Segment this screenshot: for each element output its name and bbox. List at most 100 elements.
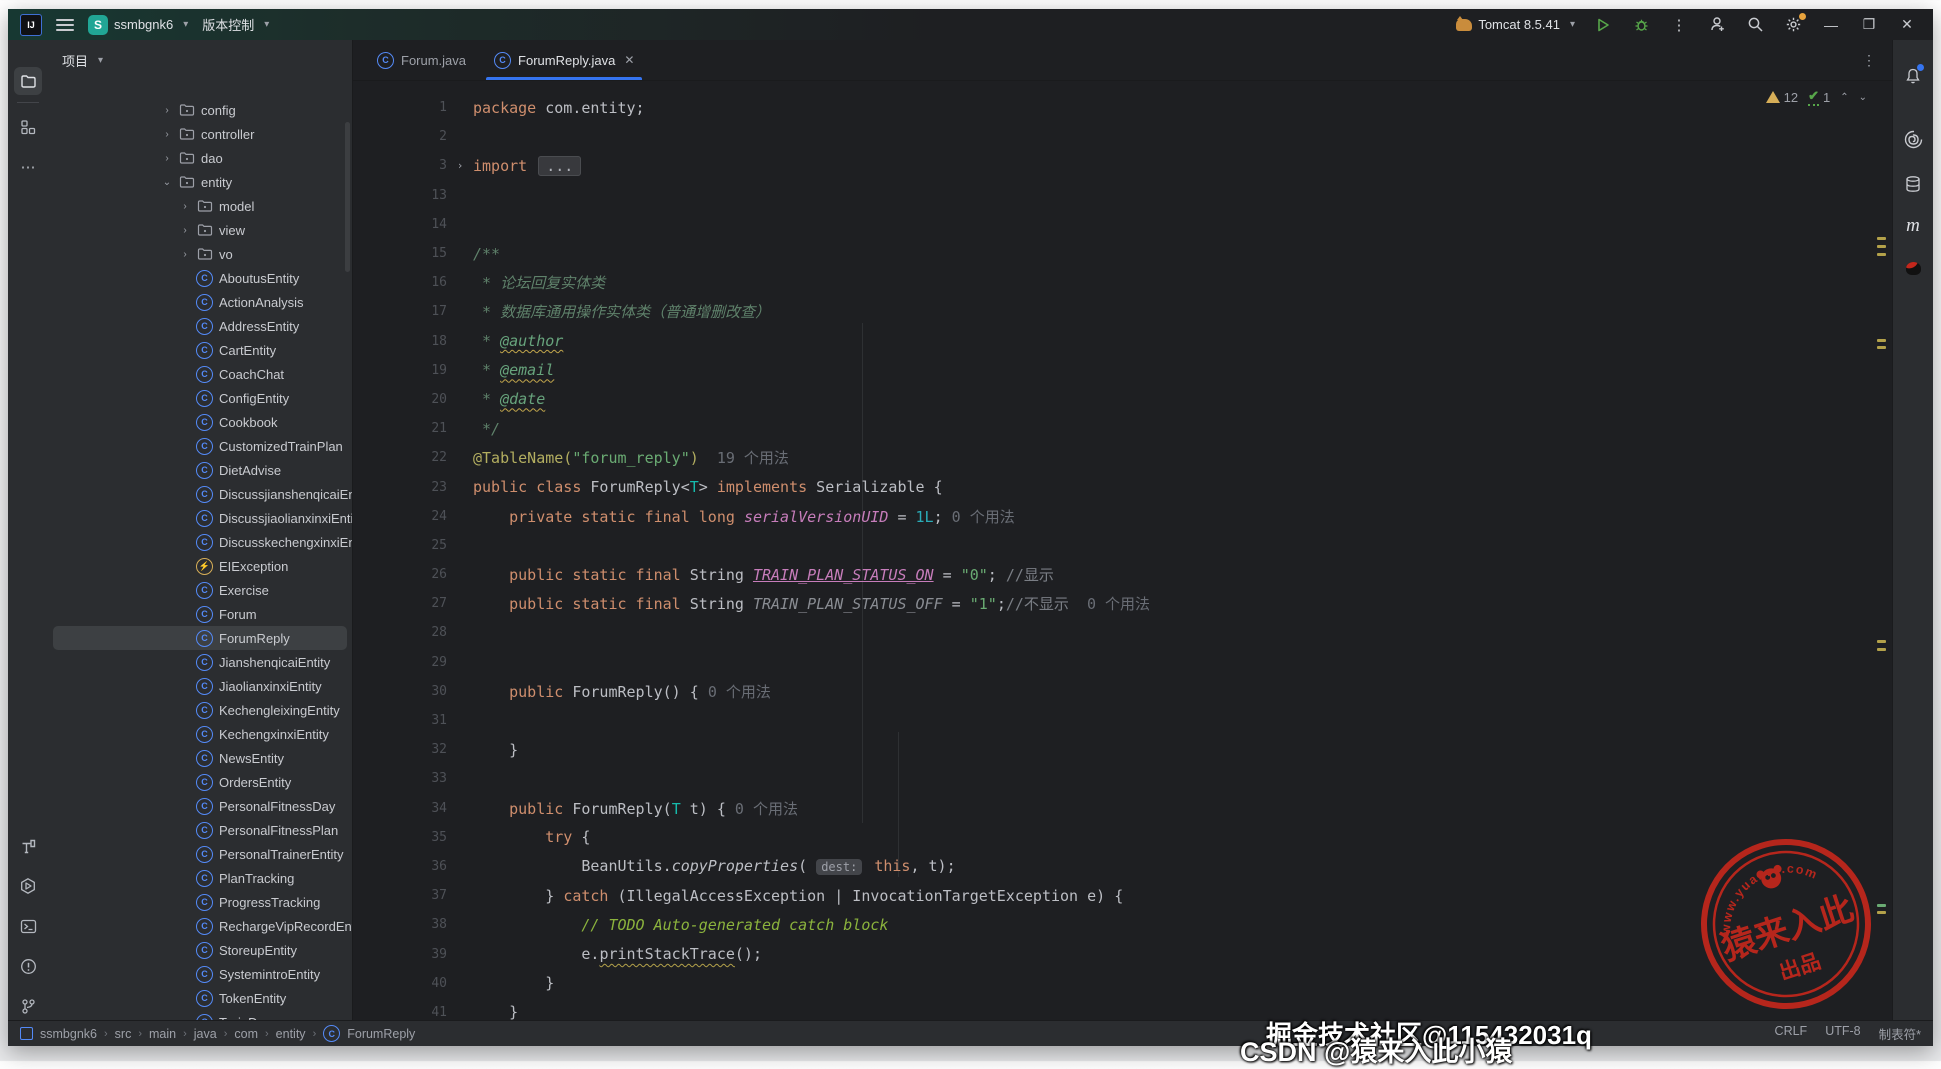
code-line[interactable]: 33 bbox=[353, 764, 1893, 793]
maven-icon[interactable]: m bbox=[1901, 214, 1925, 238]
next-problem-icon[interactable]: ⌄ bbox=[1859, 92, 1867, 103]
main-menu-icon[interactable] bbox=[56, 18, 74, 31]
breadcrumb-item-com[interactable]: com bbox=[234, 1027, 258, 1041]
fold-arrow-icon[interactable]: › bbox=[447, 159, 473, 172]
code-line[interactable]: 26 public static final String TRAIN_PLAN… bbox=[353, 560, 1893, 589]
tree-item-eiexception[interactable]: ⚡ EIException bbox=[53, 554, 347, 578]
close-tab-icon[interactable]: ✕ bbox=[624, 53, 634, 67]
stripe-mark[interactable] bbox=[1877, 237, 1886, 240]
line-number[interactable]: 13 bbox=[353, 188, 447, 203]
code-line[interactable]: 38 // TODO Auto-generated catch block bbox=[353, 910, 1893, 939]
line-number[interactable]: 37 bbox=[353, 888, 447, 903]
line-number[interactable]: 1 bbox=[353, 100, 447, 115]
tree-item-kechengxinxientity[interactable]: C KechengxinxiEntity bbox=[53, 722, 347, 746]
code-line[interactable]: 34 public ForumReply(T t) { 0 个用法 bbox=[353, 794, 1893, 823]
status-item-utf8[interactable]: UTF-8 bbox=[1825, 1024, 1860, 1043]
tree-item-model[interactable]: › model bbox=[53, 194, 347, 218]
chevron-right-icon[interactable]: › bbox=[156, 105, 178, 116]
tree-item-aboutusentity[interactable]: C AboutusEntity bbox=[53, 266, 347, 290]
line-number[interactable]: 31 bbox=[353, 713, 447, 728]
tab-forum-java[interactable]: C Forum.java bbox=[363, 40, 480, 80]
tree-item-newsentity[interactable]: C NewsEntity bbox=[53, 746, 347, 770]
line-number[interactable]: 16 bbox=[353, 275, 447, 290]
line-number[interactable]: 34 bbox=[353, 801, 447, 816]
stripe-mark[interactable] bbox=[1877, 648, 1886, 651]
breadcrumb-item-ssmbgnk6[interactable]: ssmbgnk6 bbox=[20, 1027, 97, 1041]
tree-item-discussjianshenqicaientity[interactable]: C DiscussjianshenqicaiEntity bbox=[53, 482, 352, 506]
code-line[interactable]: 35 try { bbox=[353, 823, 1893, 852]
inspections-widget[interactable]: 12 ✔ 1 ⌃ ⌄ bbox=[1765, 88, 1867, 106]
tree-item-kechengleixingentity[interactable]: C KechengleixingEntity bbox=[53, 698, 347, 722]
code-line[interactable]: 39 e.printStackTrace(); bbox=[353, 939, 1893, 968]
error-stripe[interactable] bbox=[1876, 80, 1888, 1020]
code-line[interactable]: 28 bbox=[353, 618, 1893, 647]
tree-item-discussjiaolianxinxientity[interactable]: C DiscussjiaolianxinxiEntity bbox=[53, 506, 352, 530]
code-line[interactable]: 22 @TableName("forum_reply") 19 个用法 bbox=[353, 443, 1893, 472]
search-everywhere-icon[interactable] bbox=[1745, 15, 1765, 35]
tree-item-view[interactable]: › view bbox=[53, 218, 347, 242]
stripe-mark[interactable] bbox=[1877, 640, 1886, 643]
tree-scrollbar[interactable] bbox=[345, 122, 350, 272]
tree-item-forumreply[interactable]: C ForumReply bbox=[53, 626, 347, 650]
run-button[interactable] bbox=[1593, 15, 1613, 35]
more-actions-icon[interactable]: ⋮ bbox=[1669, 15, 1689, 35]
code-line[interactable]: 18 * @author bbox=[353, 327, 1893, 356]
status-item-[interactable]: 制表符* bbox=[1879, 1024, 1921, 1043]
code-line[interactable]: 25 bbox=[353, 531, 1893, 560]
ai-assistant-icon[interactable] bbox=[1901, 127, 1925, 151]
tree-item-progresstracking[interactable]: C ProgressTracking bbox=[53, 890, 347, 914]
line-number[interactable]: 39 bbox=[353, 947, 447, 962]
line-number[interactable]: 32 bbox=[353, 742, 447, 757]
code-line[interactable]: 14 bbox=[353, 210, 1893, 239]
maximize-button[interactable]: ❐ bbox=[1859, 15, 1879, 35]
chevron-right-icon[interactable]: › bbox=[156, 129, 178, 140]
tree-item-trainday[interactable]: CTrainDay bbox=[53, 1010, 347, 1020]
code-with-me-icon[interactable] bbox=[1707, 15, 1727, 35]
line-number[interactable]: 41 bbox=[353, 1005, 447, 1020]
line-number[interactable]: 40 bbox=[353, 976, 447, 991]
tree-item-ordersentity[interactable]: C OrdersEntity bbox=[53, 770, 347, 794]
status-item-crlf[interactable]: CRLF bbox=[1775, 1024, 1808, 1043]
services-tool-window-button[interactable] bbox=[14, 872, 42, 900]
code-line[interactable]: 29 bbox=[353, 648, 1893, 677]
tree-item-personaltrainerentity[interactable]: C PersonalTrainerEntity bbox=[53, 842, 347, 866]
code-line[interactable]: 40 } bbox=[353, 969, 1893, 998]
structure-tool-window-button[interactable] bbox=[14, 113, 42, 141]
more-tool-windows-icon[interactable]: ⋯ bbox=[14, 153, 42, 181]
code-line[interactable]: 16 * 论坛回复实体类 bbox=[353, 268, 1893, 297]
vcs-widget[interactable]: 版本控制 ▾ bbox=[202, 15, 269, 34]
code-line[interactable]: 17 * 数据库通用操作实体类（普通增删改查） bbox=[353, 297, 1893, 326]
chevron-right-icon[interactable]: › bbox=[174, 225, 196, 236]
close-button[interactable]: ✕ bbox=[1897, 15, 1917, 35]
line-number[interactable]: 35 bbox=[353, 830, 447, 845]
tree-item-addressentity[interactable]: C AddressEntity bbox=[53, 314, 347, 338]
tree-item-discusskechengxinxientity[interactable]: C DiscusskechengxinxiEntity bbox=[53, 530, 352, 554]
breadcrumb-item-src[interactable]: src bbox=[115, 1027, 132, 1041]
line-number[interactable]: 23 bbox=[353, 480, 447, 495]
tree-item-vo[interactable]: › vo bbox=[53, 242, 347, 266]
line-number[interactable]: 36 bbox=[353, 859, 447, 874]
line-number[interactable]: 3 bbox=[353, 158, 447, 173]
tab-options-icon[interactable]: ⋮ bbox=[1862, 52, 1877, 69]
tree-item-personalfitnessday[interactable]: C PersonalFitnessDay bbox=[53, 794, 347, 818]
code-line[interactable]: 19 * @email bbox=[353, 356, 1893, 385]
settings-gear-icon[interactable] bbox=[1783, 12, 1806, 35]
tree-item-coachchat[interactable]: C CoachChat bbox=[53, 362, 347, 386]
line-number[interactable]: 28 bbox=[353, 625, 447, 640]
code-line[interactable]: 2 bbox=[353, 122, 1893, 151]
terminal-tool-window-button[interactable] bbox=[14, 912, 42, 940]
code-line[interactable]: 1 package com.entity; bbox=[353, 93, 1893, 122]
line-number[interactable]: 17 bbox=[353, 304, 447, 319]
tree-item-systemintroentity[interactable]: C SystemintroEntity bbox=[53, 962, 347, 986]
chevron-right-icon[interactable]: › bbox=[174, 201, 196, 212]
tree-item-config[interactable]: › config bbox=[53, 98, 347, 122]
tree-item-forum[interactable]: C Forum bbox=[53, 602, 347, 626]
code-line[interactable]: 20 * @date bbox=[353, 385, 1893, 414]
version-control-tool-window-button[interactable] bbox=[14, 992, 42, 1020]
code-line[interactable]: 13 bbox=[353, 181, 1893, 210]
line-number[interactable]: 15 bbox=[353, 246, 447, 261]
code-line[interactable]: 23 public class ForumReply<T> implements … bbox=[353, 472, 1893, 501]
project-tool-window-button[interactable] bbox=[14, 67, 42, 95]
line-number[interactable]: 33 bbox=[353, 771, 447, 786]
stripe-mark[interactable] bbox=[1877, 245, 1886, 248]
